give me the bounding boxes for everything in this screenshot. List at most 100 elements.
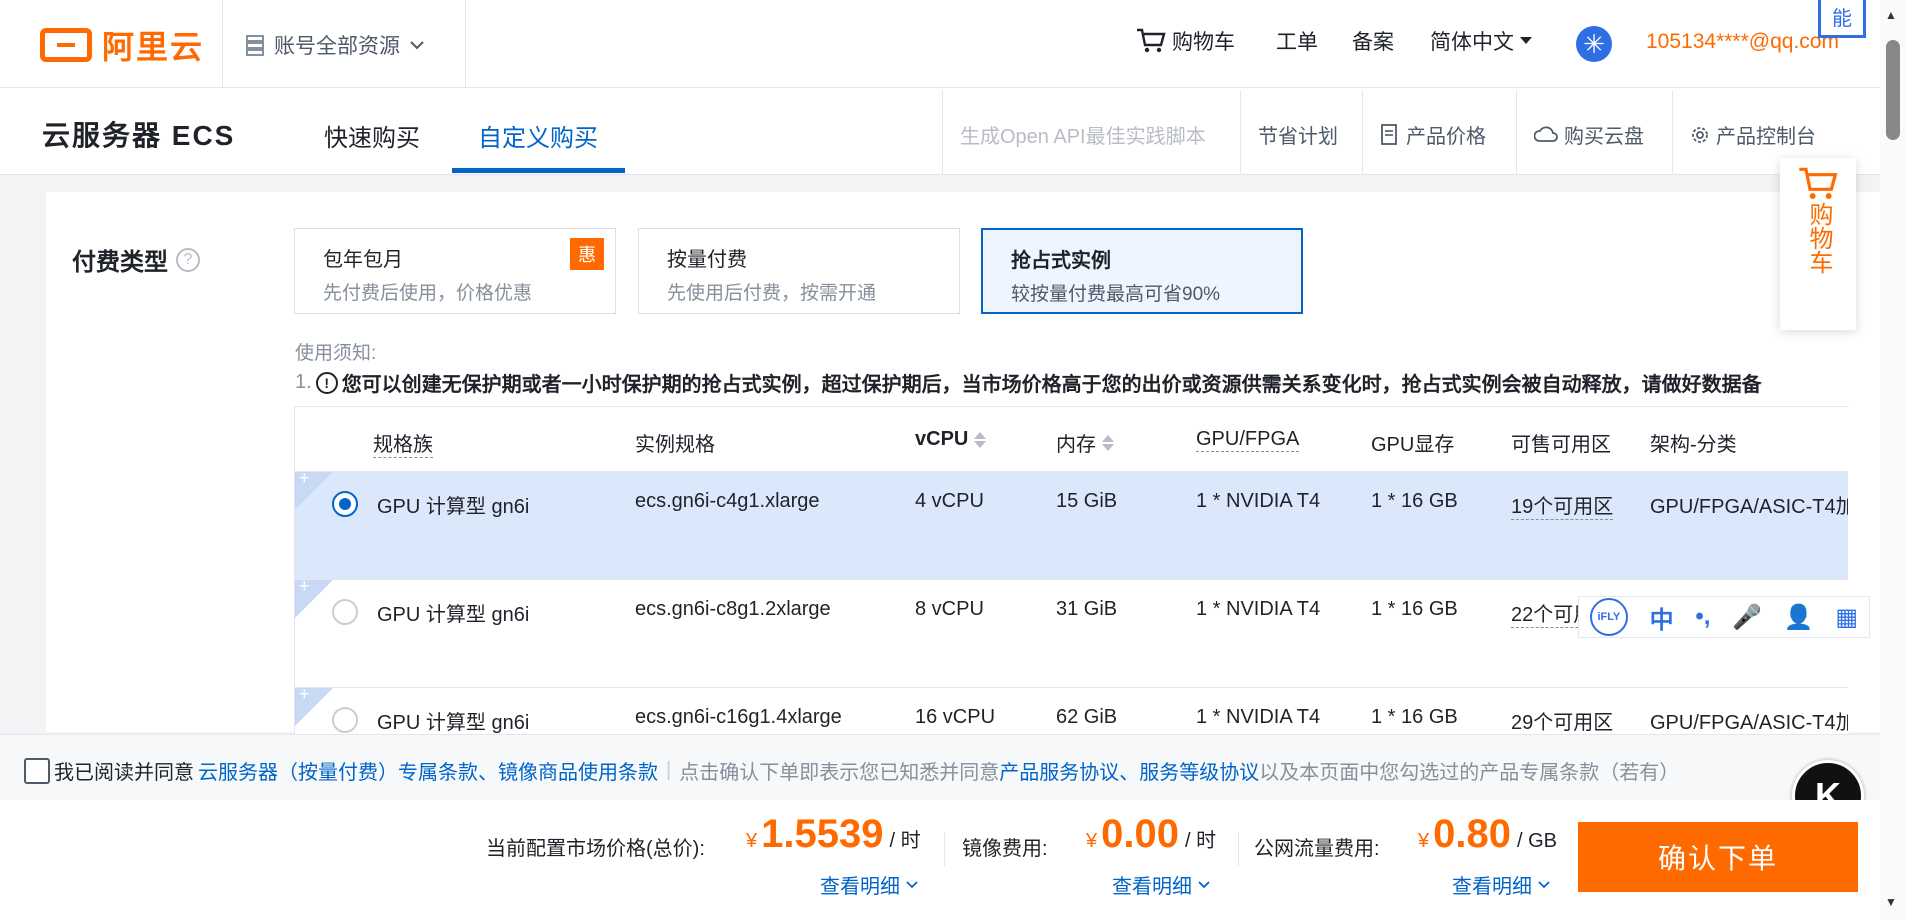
header-label: 实例规格	[635, 434, 715, 456]
ticket-label: 工单	[1276, 31, 1318, 54]
terms-link-image[interactable]: 镜像商品使用条款	[498, 756, 658, 785]
terms-link-service[interactable]: 产品服务协议	[999, 756, 1119, 785]
agreement-middle-text: 点击确认下单即表示您已知悉并同意	[679, 762, 1000, 784]
product-title: 云服务器 ECS	[42, 120, 236, 151]
market-price-detail-link[interactable]: 查看明细	[820, 870, 918, 899]
tab-custom-buy[interactable]: 自定义购买	[478, 118, 598, 153]
buy-disk-label: 购买云盘	[1564, 126, 1644, 148]
image-fee-value: ¥ 0.00 / 时	[1086, 812, 1216, 857]
billing-type-label: 付费类型 ?	[72, 242, 200, 277]
document-price-icon	[1381, 123, 1397, 145]
terms-link-ecs[interactable]: 云服务器（按量付费）专属条款	[198, 756, 478, 785]
column-header-zones: 可售可用区	[1511, 428, 1611, 457]
product-price-label: 产品价格	[1406, 126, 1486, 148]
filing-link[interactable]: 备案	[1352, 26, 1394, 56]
column-header-memory[interactable]: 内存	[1056, 428, 1114, 457]
header-label: GPU显存	[1371, 434, 1455, 456]
billing-option-pay-as-you-go[interactable]: 按量付费 先使用后付费，按需开通	[638, 228, 960, 314]
product-price-link[interactable]: 产品价格	[1380, 120, 1486, 149]
column-header-spec: 实例规格	[635, 428, 715, 457]
help-icon[interactable]: ?	[176, 247, 200, 272]
row-radio[interactable]	[332, 491, 358, 517]
expand-plus-icon: +	[299, 468, 310, 488]
traffic-fee-detail-link[interactable]: 查看明细	[1452, 870, 1550, 899]
scroll-up-arrow-icon[interactable]: ▲	[1885, 8, 1897, 22]
billing-option-subscription[interactable]: 包年包月 先付费后使用，价格优惠	[294, 228, 616, 314]
expand-plus-icon: +	[299, 576, 310, 596]
saving-plan-label: 节省计划	[1258, 126, 1338, 148]
cell-spec: ecs.gn6i-c16g1.4xlarge	[635, 706, 842, 728]
cell-vram: 1 * 16 GB	[1371, 706, 1458, 728]
column-header-vcpu[interactable]: vCPU	[915, 428, 987, 451]
openapi-script-link[interactable]: 生成Open API最佳实践脚本	[960, 120, 1206, 149]
notice-title: 使用须知:	[295, 343, 377, 364]
sort-icon[interactable]	[974, 431, 987, 448]
caret-down-icon	[1520, 37, 1532, 44]
price-divider	[944, 832, 945, 866]
sort-icon[interactable]	[1102, 434, 1114, 451]
nav-divider	[465, 0, 466, 87]
cart-link[interactable]: 购物车	[1136, 26, 1235, 56]
logo-text: 阿里云	[102, 29, 205, 65]
user-email-link[interactable]: 105134****@qq.com	[1646, 30, 1839, 54]
logo-mark-icon	[40, 28, 92, 62]
user-avatar[interactable]: ✳	[1576, 26, 1612, 62]
scrollbar-thumb[interactable]	[1886, 40, 1900, 140]
column-header-vram: GPU显存	[1371, 428, 1454, 457]
billing-type-text: 付费类型	[72, 249, 168, 276]
language-dropdown[interactable]: 简体中文	[1430, 26, 1532, 56]
tab-quick-buy[interactable]: 快速购买	[324, 118, 420, 153]
cell-vcpu: 8 vCPU	[915, 598, 984, 620]
image-fee-unit: / 时	[1184, 830, 1217, 852]
row-radio[interactable]	[332, 599, 358, 625]
cell-gpu: 1 * NVIDIA T4	[1196, 490, 1321, 512]
buy-disk-link[interactable]: 购买云盘	[1534, 120, 1644, 149]
chinese-mode-icon[interactable]: 中	[1650, 600, 1674, 635]
billing-option-title: 抢占式实例	[1011, 250, 1111, 272]
terms-link-sla[interactable]: 服务等级协议	[1139, 756, 1259, 785]
detail-label: 查看明细	[820, 876, 900, 898]
grid-menu-icon[interactable]: ▦	[1835, 603, 1858, 632]
notice-text: 您可以创建无保护期或者一小时保护期的抢占式实例，超过保护期后，当市场价格高于您的…	[341, 374, 1762, 396]
exclamation-icon: !	[315, 371, 338, 394]
tool-divider	[1240, 90, 1241, 174]
side-tag[interactable]: 能	[1818, 0, 1866, 38]
confirm-order-button[interactable]: 确认下单	[1578, 822, 1858, 892]
saving-plan-link[interactable]: 节省计划	[1258, 120, 1338, 149]
image-fee-detail-link[interactable]: 查看明细	[1112, 870, 1210, 899]
scroll-down-arrow-icon[interactable]: ▼	[1885, 895, 1897, 909]
detail-label: 查看明细	[1452, 876, 1532, 898]
account-resources-dropdown[interactable]: 账号全部资源	[246, 30, 424, 60]
floating-cart[interactable]: 购物车	[1780, 158, 1856, 330]
cell-zones[interactable]: 29个可用区	[1511, 706, 1614, 736]
cell-zones[interactable]: 19个可用区	[1511, 490, 1614, 520]
billing-option-spot-instance[interactable]: 抢占式实例 较按量付费最高可省90%	[981, 228, 1303, 314]
cell-spec: ecs.gn6i-c8g1.2xlarge	[635, 598, 831, 620]
account-resources-label: 账号全部资源	[274, 35, 400, 58]
agreement-checkbox[interactable]	[24, 757, 50, 784]
microphone-icon[interactable]: 🎤	[1732, 603, 1762, 632]
header-label: GPU/FPGA	[1196, 428, 1300, 452]
ifly-logo-icon[interactable]: iFLY	[1589, 598, 1628, 636]
openapi-label: 生成Open API最佳实践脚本	[960, 126, 1206, 148]
user-icon[interactable]: 👤	[1784, 603, 1814, 632]
cell-vram: 1 * 16 GB	[1371, 598, 1458, 620]
notice-item: 1. ! 您可以创建无保护期或者一小时保护期的抢占式实例，超过保护期后，当市场价…	[295, 368, 1762, 397]
user-email: 105134****@qq.com	[1646, 30, 1839, 53]
row-radio[interactable]	[332, 707, 358, 733]
expand-plus-icon: +	[299, 684, 310, 704]
avatar-globe-icon: ✳	[1576, 26, 1612, 62]
header-label: 内存	[1056, 434, 1096, 456]
language-label: 简体中文	[1430, 31, 1514, 54]
cart-icon	[1137, 28, 1166, 53]
header-label: 规格族	[373, 428, 433, 458]
traffic-fee-value: ¥ 0.80 / GB	[1418, 812, 1557, 857]
aliyun-logo[interactable]: 阿里云	[40, 22, 204, 68]
punctuation-icon[interactable]: •,	[1695, 603, 1710, 631]
table-row[interactable]	[295, 471, 1848, 580]
nav-divider	[222, 0, 223, 87]
product-console-link[interactable]: 产品控制台	[1690, 120, 1816, 149]
agreement-suffix: 以及本页面中您勾选过的产品专属条款（若有）	[1259, 762, 1680, 784]
ticket-link[interactable]: 工单	[1276, 26, 1318, 56]
cell-memory: 62 GiB	[1056, 706, 1118, 728]
